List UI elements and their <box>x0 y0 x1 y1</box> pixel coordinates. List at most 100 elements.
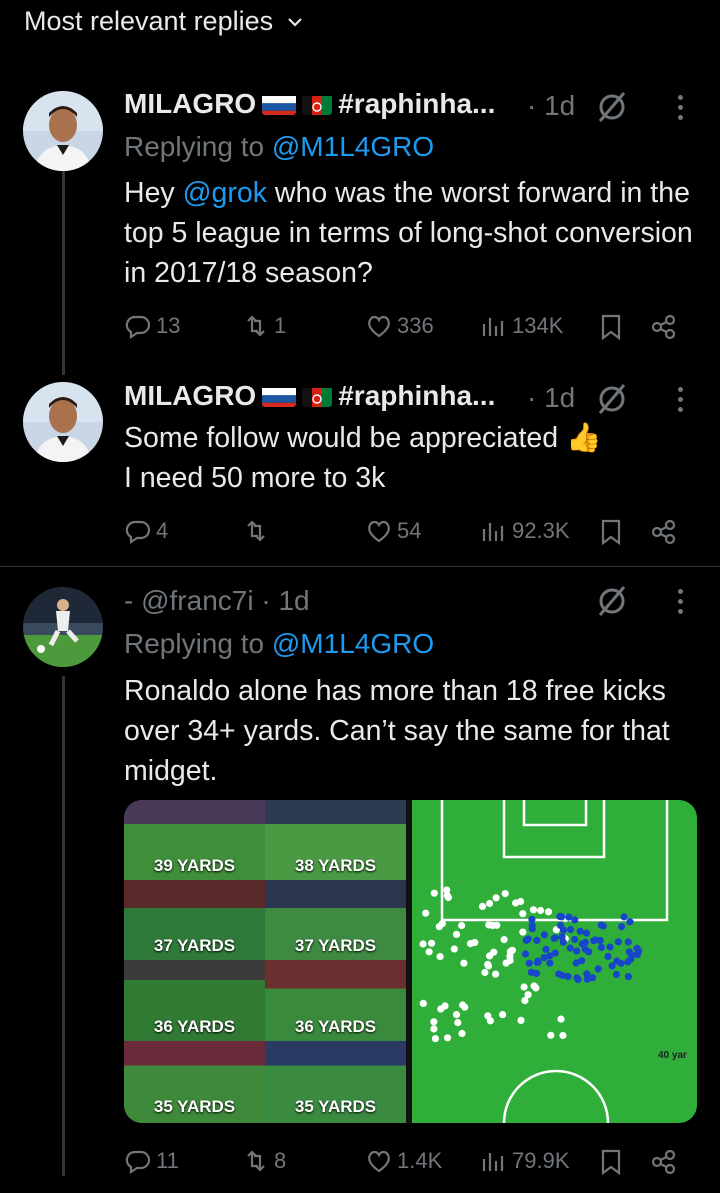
shot-dot <box>419 940 427 948</box>
views-icon <box>482 523 504 541</box>
more-options-icon[interactable] <box>677 387 683 412</box>
goal-dot <box>528 925 536 933</box>
author-name[interactable]: MILAGRO #raphinha... <box>124 380 495 412</box>
repost-icon <box>247 315 265 337</box>
goal-dot <box>624 938 632 946</box>
reply-button[interactable]: 11 <box>124 1147 179 1175</box>
reply-button[interactable]: 4 <box>124 517 168 545</box>
goal-dot <box>564 972 572 981</box>
repost-button[interactable]: 1 <box>242 312 286 340</box>
clip-tile: 37 YARDS <box>265 880 406 960</box>
goal-dot <box>566 944 574 952</box>
shot-dot <box>557 1015 565 1023</box>
shot-dot <box>481 968 489 977</box>
goal-dot <box>618 923 626 931</box>
divider <box>0 566 720 567</box>
author-handle[interactable]: - @franc7i <box>124 585 254 616</box>
media-image-freekicks[interactable]: 39 YARDS 38 YARDS 37 YARDS 37 YARDS 36 Y… <box>124 800 406 1123</box>
views-button[interactable]: 134K <box>480 312 563 340</box>
clip-tile: 38 YARDS <box>265 800 406 880</box>
chevron-down-icon <box>288 17 302 27</box>
shot-dot <box>486 899 494 908</box>
shot-dot <box>486 1017 494 1025</box>
shot-dot <box>478 902 487 910</box>
post-time[interactable]: · 1d <box>527 90 575 122</box>
views-button[interactable]: 92.3K <box>480 517 570 545</box>
clip-tile: 37 YARDS <box>124 880 265 960</box>
clip-tile: 36 YARDS <box>124 960 265 1041</box>
post-time[interactable]: · 1d <box>261 585 309 616</box>
like-button[interactable]: 54 <box>365 517 421 545</box>
bookmark-icon[interactable] <box>598 1148 624 1176</box>
post-text: Ronaldo alone has more than 18 free kick… <box>124 675 670 787</box>
reply-icon <box>125 520 151 545</box>
goal-dot <box>578 957 586 965</box>
shot-dot <box>490 948 498 956</box>
reply-button[interactable]: 13 <box>124 312 180 340</box>
thread-line <box>62 170 65 375</box>
bookmark-icon[interactable] <box>598 313 624 341</box>
shot-dot <box>544 908 553 916</box>
share-icon[interactable] <box>650 313 678 341</box>
avatar[interactable] <box>23 587 103 667</box>
goal-dot <box>533 936 541 944</box>
repost-button[interactable]: 8 <box>242 1147 286 1175</box>
more-options-icon[interactable] <box>677 589 683 614</box>
grok-icon[interactable] <box>594 381 630 417</box>
goal-dot <box>556 921 565 929</box>
goal-dot <box>534 957 542 965</box>
mention-link[interactable]: @grok <box>183 177 267 209</box>
grok-icon[interactable] <box>594 583 630 619</box>
goal-dot <box>589 974 597 982</box>
goal-dot <box>573 947 581 955</box>
shot-dot <box>559 1031 567 1040</box>
shot-dot <box>425 948 433 956</box>
views-button[interactable]: 79.9K <box>480 1147 570 1175</box>
shot-dot <box>492 970 500 978</box>
replies-sort-toggle[interactable]: Most relevant replies <box>24 6 303 37</box>
like-button[interactable]: 1.4K <box>365 1147 442 1175</box>
shot-dot <box>489 921 497 929</box>
avatar[interactable] <box>23 91 103 171</box>
shot-dot <box>452 1011 461 1019</box>
shot-dot <box>499 1011 507 1019</box>
shot-dot <box>530 982 538 990</box>
shot-dot <box>501 890 509 898</box>
goal-dot <box>591 936 599 944</box>
shot-dot <box>537 906 545 915</box>
goal-dot <box>614 938 622 946</box>
goal-dot <box>567 925 575 934</box>
bookmark-icon[interactable] <box>598 518 624 546</box>
shot-dot <box>466 940 475 948</box>
author-name[interactable]: MILAGRO #raphinha... <box>124 88 495 120</box>
repost-button[interactable] <box>242 517 274 545</box>
avatar[interactable] <box>23 382 103 462</box>
shot-dot <box>512 899 520 907</box>
clip-tile: 39 YARDS <box>124 800 265 880</box>
post-text: Some follow would be appreciated 👍 I nee… <box>124 422 602 494</box>
shot-dot <box>430 1025 438 1033</box>
grok-icon[interactable] <box>594 89 630 125</box>
goal-dot <box>528 915 536 923</box>
replying-to-handle[interactable]: @M1L4GRO <box>272 131 434 162</box>
goal-dot <box>540 931 548 939</box>
post-media[interactable]: 39 YARDS 38 YARDS 37 YARDS 37 YARDS 36 Y… <box>124 800 697 1123</box>
goal-dot <box>521 950 530 958</box>
like-button[interactable]: 336 <box>365 312 434 340</box>
goal-dot <box>606 943 614 951</box>
heart-icon <box>368 1150 390 1173</box>
share-icon[interactable] <box>650 518 678 546</box>
shot-dot <box>454 1019 462 1027</box>
shot-dot <box>428 939 436 947</box>
views-icon <box>482 1153 504 1171</box>
shot-dot <box>444 1034 452 1042</box>
post-time[interactable]: · 1d <box>527 382 575 414</box>
clip-tile: 35 YARDS <box>265 1041 406 1123</box>
goal-dot <box>612 970 621 979</box>
clip-tile: 35 YARDS <box>124 1041 265 1123</box>
more-options-icon[interactable] <box>677 95 683 120</box>
media-image-pitch-map[interactable]: 40 yar <box>412 800 697 1123</box>
share-icon[interactable] <box>650 1148 678 1176</box>
replying-to-handle[interactable]: @M1L4GRO <box>272 628 434 659</box>
goal-dot <box>546 959 554 967</box>
